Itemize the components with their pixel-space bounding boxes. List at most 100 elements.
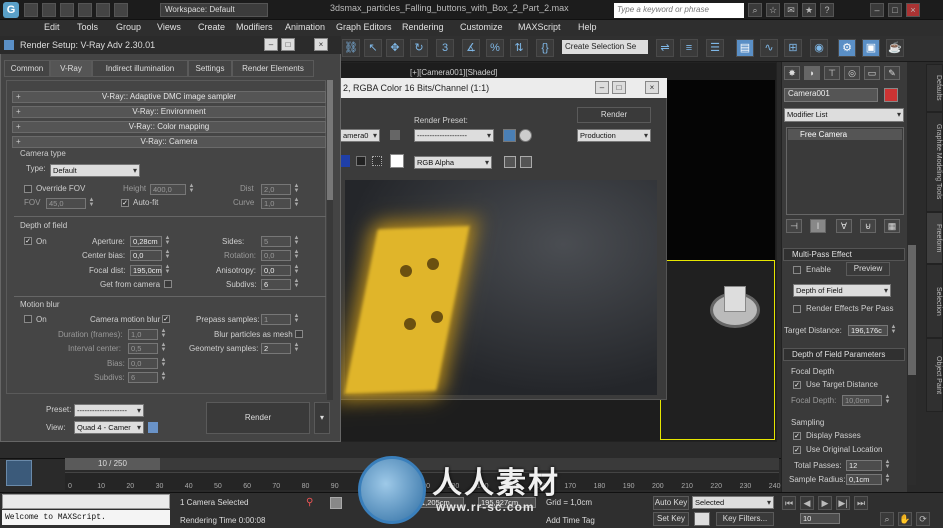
menu-rendering[interactable]: Rendering [402,22,444,32]
sides-spinner[interactable]: 5 [261,236,291,247]
render-options-dropdown-icon[interactable]: ▾ [314,402,330,434]
rollout-color-mapping[interactable]: V-Ray:: Color mapping [12,121,326,133]
channel-alpha-icon[interactable] [356,156,366,166]
target-distance-arrows-icon[interactable]: ▲ ▼ [890,324,897,336]
rotate-icon[interactable]: ↻ [410,39,428,57]
link-icon[interactable]: ⛓ [342,39,360,57]
anisotropy-spinner-arrows-icon[interactable]: ▲ ▼ [293,264,300,276]
menu-create[interactable]: Create [198,22,225,32]
center-bias-spinner-arrows-icon[interactable]: ▲ ▼ [164,249,171,261]
target-distance-field[interactable]: 196,176c [848,325,888,336]
display-toggle-icon[interactable] [504,156,516,168]
open-file-icon[interactable] [42,3,56,17]
selection-set-dropdown[interactable]: Create Selection Se [562,40,648,54]
render-setup-scroll-thumb[interactable] [327,80,333,200]
menu-customize[interactable]: Customize [460,22,503,32]
render-preset-dropdown[interactable]: -------------------- [414,129,494,142]
create-tab-icon[interactable]: ✸ [784,66,800,80]
height-spinner[interactable]: 400,0 [150,184,186,195]
search-icon[interactable]: ⌕ [748,3,762,17]
select-object-icon[interactable]: ↖ [364,39,382,57]
favorites-icon[interactable]: ★ [802,3,816,17]
center-bias-spinner[interactable]: 0,0 [130,250,162,261]
render-button[interactable]: Render [206,402,310,434]
render-production-icon[interactable]: ☕ [886,39,904,57]
mb-bias-spinner[interactable]: 0,0 [128,358,158,369]
preset-dropdown[interactable]: -------------------- [74,404,144,417]
camera-motion-blur-checkbox[interactable]: ✓ [162,315,170,323]
mb-bias-spinner-arrows-icon[interactable]: ▲ ▼ [160,357,167,369]
utilities-tab-icon[interactable]: ✎ [884,66,900,80]
channel-blue-icon[interactable] [340,155,350,167]
interval-center-spinner[interactable]: 0,5 [128,343,158,354]
layer-manager-icon[interactable]: ☰ [706,39,724,57]
rotation-spinner[interactable]: 0,0 [261,250,291,261]
focal-depth-arrows-icon[interactable]: ▲ ▼ [884,394,891,406]
anisotropy-spinner[interactable]: 0,0 [261,265,291,276]
save-file-icon[interactable] [60,3,74,17]
height-spinner-arrows-icon[interactable]: ▲ ▼ [188,183,195,195]
schematic-view-icon[interactable]: ⊞ [784,39,802,57]
key-icon[interactable] [694,512,710,526]
rollout-environment[interactable]: V-Ray:: Environment [12,106,326,118]
tab-common[interactable]: Common [4,60,50,77]
set-key-button[interactable]: Set Key [653,512,689,526]
viewport-layout-icon[interactable] [6,460,32,486]
multipass-header[interactable]: Multi-Pass Effect [783,248,905,261]
key-filters-button[interactable]: Key Filters... [716,512,774,526]
dof-on-checkbox[interactable]: ✓ [24,237,32,245]
play-icon[interactable]: ▶ [818,496,832,510]
object-name-field[interactable]: Camera001 [784,88,878,102]
view-lock-icon[interactable] [148,422,158,433]
render-setup-icon[interactable]: ⚙ [838,39,856,57]
motion-blur-on-checkbox[interactable] [24,315,32,323]
view-dropdown[interactable]: Quad 4 - Camer [74,421,144,434]
viewport-top-right[interactable] [662,80,775,260]
menu-edit[interactable]: Edit [44,22,60,32]
rotation-spinner-arrows-icon[interactable]: ▲ ▼ [293,249,300,261]
rollout-camera[interactable]: V-Ray:: Camera [12,136,326,148]
pan-icon[interactable]: ✋ [898,512,912,526]
fb-close-icon[interactable]: × [645,81,659,94]
snap-icon[interactable]: 3 [436,39,454,57]
autofit-checkbox[interactable]: ✓ [121,199,129,207]
fb-maximize-icon[interactable]: □ [612,81,626,94]
tab-vray[interactable]: V-Ray [50,60,92,77]
command-panel-scroll-thumb[interactable] [908,245,916,375]
go-to-start-icon[interactable]: ⏮ [782,496,796,510]
total-passes-field[interactable]: 12 [846,460,882,471]
hierarchy-tab-icon[interactable]: ⊤ [824,66,840,80]
preset-load-icon[interactable] [519,129,532,142]
go-to-end-icon[interactable]: ⏭ [854,496,868,510]
production-dropdown[interactable]: Production [577,129,651,142]
help-icon[interactable]: ? [820,3,834,17]
focal-dist-spinner[interactable]: 195,0cm [130,265,162,276]
search-input[interactable]: Type a keyword or phrase [614,3,744,18]
next-frame-icon[interactable]: ▶| [836,496,850,510]
focal-depth-field[interactable]: 10,0cm [842,395,882,406]
mb-subdivs-spinner[interactable]: 6 [128,372,158,383]
redo-icon[interactable] [96,3,110,17]
side-tab-graphite[interactable]: Graphite Modeling Tools [926,112,943,212]
menu-animation[interactable]: Animation [285,22,325,32]
duration-spinner-arrows-icon[interactable]: ▲ ▼ [160,328,167,340]
curve-spinner[interactable]: 1,0 [261,198,291,209]
color-swatch[interactable] [390,154,404,168]
object-color-swatch[interactable] [884,88,898,102]
dof-subdivs-spinner[interactable]: 6 [261,279,291,290]
rs-minimize-icon[interactable]: – [264,38,278,51]
subscription-icon[interactable]: ☆ [766,3,780,17]
viewport-perspective[interactable] [660,260,775,440]
display-passes-checkbox[interactable]: ✓ [793,432,801,440]
aperture-spinner[interactable]: 0,28cm [130,236,162,247]
fb-render-button[interactable]: Render [577,107,651,123]
auto-key-button[interactable]: Auto Key [653,496,689,510]
focal-dist-spinner-arrows-icon[interactable]: ▲ ▼ [164,264,171,276]
tab-settings[interactable]: Settings [188,60,232,77]
move-icon[interactable]: ✥ [386,39,404,57]
modifier-stack[interactable] [786,127,904,215]
aperture-spinner-arrows-icon[interactable]: ▲ ▼ [164,235,171,247]
percent-snap-icon[interactable]: % [486,39,504,57]
material-editor-icon[interactable]: ◉ [810,39,828,57]
prepass-samples-spinner-arrows-icon[interactable]: ▲ ▼ [293,313,300,325]
